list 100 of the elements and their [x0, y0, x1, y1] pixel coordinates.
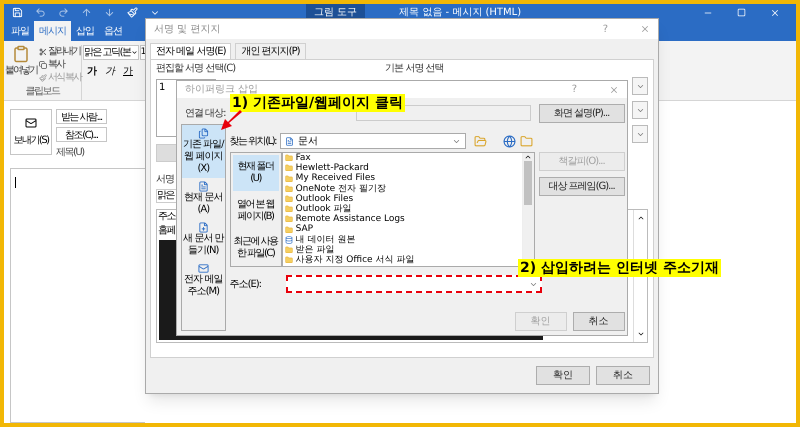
- dialog-tab[interactable]: 전자 메일 서명(E): [150, 43, 232, 59]
- dropdown-field[interactable]: [632, 77, 648, 95]
- file-name: Remote Assistance Logs: [296, 214, 405, 224]
- editor-text: 홈페: [157, 224, 175, 238]
- brush-icon[interactable]: [127, 7, 138, 18]
- dialog-title: 서명 및 편지지: [154, 22, 220, 36]
- file-item[interactable]: My Received Files: [284, 173, 520, 184]
- file-item[interactable]: 받은 파일: [284, 244, 520, 256]
- look-in-label: 찾는 위치(L):: [230, 134, 276, 148]
- save-icon[interactable]: [12, 7, 23, 18]
- scroll-up-icon[interactable]: [636, 214, 644, 222]
- document-icon: [284, 136, 294, 146]
- files-icon: [198, 128, 209, 139]
- file-name: SAP: [296, 224, 314, 235]
- file-name: Outlook Files: [296, 194, 354, 204]
- folder-icon[interactable]: [520, 134, 533, 148]
- text-cursor: [15, 177, 16, 188]
- file-item[interactable]: Outlook Files: [284, 194, 520, 204]
- file-name: 받은 파일: [296, 244, 334, 255]
- file-name: 내 데이터 원본: [296, 234, 356, 245]
- font-style-button[interactable]: 가: [105, 64, 115, 79]
- address-field[interactable]: [286, 275, 542, 293]
- redo-icon[interactable]: [58, 7, 69, 18]
- envelope-icon: [198, 263, 209, 274]
- folder-icon: [284, 226, 293, 234]
- place-option[interactable]: 열어 본 웹 페이지(B): [230, 193, 281, 230]
- file-item[interactable]: Hewlett-Packard: [284, 163, 520, 174]
- folder-icon: [284, 154, 293, 162]
- database-icon: [284, 236, 293, 244]
- link-to-option[interactable]: 현재 문서(A): [182, 178, 225, 219]
- cc-button[interactable]: 참조(C)...: [56, 127, 107, 142]
- place-option[interactable]: 현재 폴더(U): [232, 155, 279, 192]
- font-style-button[interactable]: 가: [123, 64, 133, 79]
- file-item[interactable]: SAP: [284, 224, 520, 235]
- ribbon-tab[interactable]: 삽입: [71, 21, 99, 41]
- browse-web-icon[interactable]: [502, 134, 516, 148]
- folder-icon: [284, 184, 293, 193]
- copy-icon: [39, 60, 47, 68]
- folder-icon: [284, 215, 293, 224]
- clipboard-command[interactable]: 복사: [39, 58, 82, 71]
- close-icon[interactable]: [640, 24, 650, 34]
- file-name: Hewlett-Packard: [296, 163, 369, 174]
- screen-tip-button[interactable]: 화면 설명(P)...: [538, 104, 625, 122]
- look-in-dropdown[interactable]: 문서: [280, 133, 466, 149]
- link-to-option[interactable]: 기존 파일/웹 페이지(X): [182, 125, 225, 178]
- clipboard-command[interactable]: 잘라내기: [39, 45, 82, 58]
- close-icon[interactable]: [770, 8, 780, 18]
- file-item[interactable]: Remote Assistance Logs: [284, 214, 520, 224]
- file-name: OneNote 전자 필기장: [296, 184, 386, 194]
- paste-button[interactable]: 붙여넣기: [5, 45, 37, 84]
- file-item[interactable]: 내 데이터 원본: [284, 234, 520, 245]
- dropdown-field[interactable]: [632, 101, 648, 119]
- arrow-up-icon[interactable]: [81, 7, 92, 18]
- editor-text: 주소: [157, 210, 175, 224]
- file-item[interactable]: OneNote 전자 필기장: [284, 184, 520, 194]
- link-to-option[interactable]: 새 문서 만들기(N): [182, 219, 225, 260]
- maximize-icon[interactable]: [737, 8, 746, 17]
- scroll-thumb[interactable]: [524, 161, 532, 205]
- edit-signature-label: 편집할 서명 선택(C): [156, 63, 236, 75]
- dialog-button[interactable]: 취소: [572, 312, 625, 331]
- ribbon-tab[interactable]: 옵션: [99, 21, 127, 41]
- file-item[interactable]: Outlook 파일: [284, 204, 520, 214]
- subject-label: 제목(U): [56, 146, 86, 160]
- scroll-up-icon[interactable]: [524, 153, 532, 161]
- caret-icon: [130, 49, 138, 56]
- to-button[interactable]: 받는 사람...: [56, 109, 107, 124]
- file-item[interactable]: 사용자 지정 Office 서식 파일: [284, 255, 520, 266]
- default-signature-label: 기본 서명 선택: [385, 63, 444, 75]
- file-name: 사용자 지정 Office 서식 파일: [296, 255, 414, 266]
- ribbon-tab[interactable]: 메시지: [34, 21, 71, 41]
- scroll-down-icon[interactable]: [636, 330, 644, 338]
- ribbon-tab[interactable]: 파일: [6, 21, 34, 41]
- file-name: Outlook 파일: [296, 204, 352, 214]
- link-to-option[interactable]: 전자 메일 주소(M): [182, 260, 225, 301]
- place-option[interactable]: 최근에 사용한 파일(C): [230, 230, 281, 266]
- font-name-field[interactable]: 맑은 고딕(본: [83, 45, 139, 60]
- arrow-down-icon[interactable]: [104, 7, 115, 18]
- dialog-button[interactable]: 취소: [596, 366, 650, 385]
- section-label: 서명: [156, 173, 174, 187]
- clipboard-icon: [12, 45, 30, 63]
- dialog-button[interactable]: 확인: [536, 366, 590, 385]
- close-icon[interactable]: [609, 84, 619, 94]
- envelope-icon: [25, 116, 37, 128]
- folder-icon: [284, 246, 293, 254]
- font-style-button[interactable]: 가: [87, 64, 97, 79]
- link-to-label: 연결 대상:: [184, 106, 226, 120]
- brush-icon: [39, 74, 47, 82]
- folder-icon: [284, 256, 293, 264]
- address-label: 주소(E):: [230, 278, 262, 292]
- side-button[interactable]: 대상 프레임(G)...: [538, 177, 625, 196]
- folder-icon: [284, 174, 293, 182]
- annotation-label: 2) 삽입하려는 인터넷 주소기재: [518, 259, 721, 277]
- file-item[interactable]: Fax: [284, 153, 520, 164]
- send-button[interactable]: 보내기(S): [10, 109, 52, 155]
- dropdown-field[interactable]: [632, 125, 648, 143]
- dialog-title: 하이퍼링크 삽입: [185, 83, 258, 96]
- window-title: 제목 없음 - 메시지 (HTML): [399, 6, 522, 20]
- undo-icon[interactable]: [35, 7, 46, 18]
- dialog-tab[interactable]: 개인 편지지(P): [235, 43, 306, 59]
- annotation-label: 1) 기존파일/웹페이지 클릭: [230, 94, 406, 112]
